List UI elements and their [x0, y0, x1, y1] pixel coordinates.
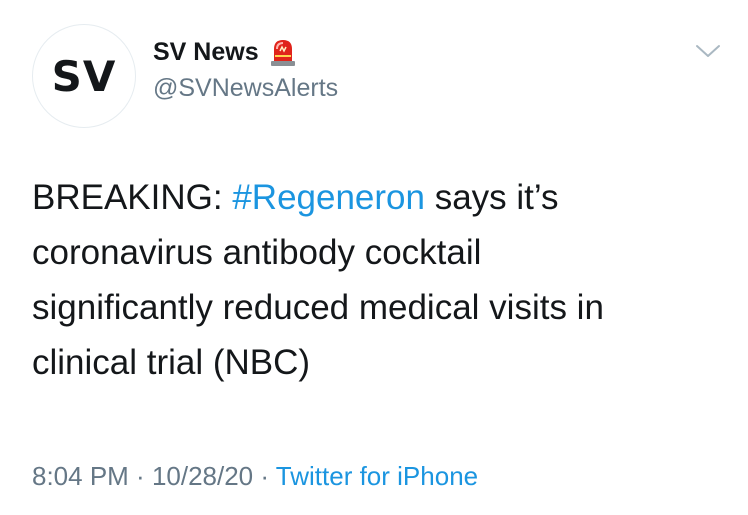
tweet-date[interactable]: 10/28/20 — [152, 461, 253, 491]
meta-separator: · — [128, 461, 152, 491]
tweet-text: BREAKING: #Regeneron says it’s coronavir… — [32, 170, 732, 390]
avatar-text: SV — [51, 51, 117, 101]
user-handle[interactable]: @SVNewsAlerts — [153, 74, 338, 103]
avatar[interactable]: SV — [32, 24, 136, 128]
chevron-down-icon[interactable] — [694, 41, 722, 61]
tweet-text-lead: BREAKING: — [32, 178, 233, 217]
meta-separator: · — [253, 461, 276, 491]
tweet-meta: 8:04 PM · 10/28/20 · Twitter for iPhone — [32, 461, 478, 492]
tweet-time[interactable]: 8:04 PM — [32, 461, 129, 491]
hashtag-link[interactable]: #Regeneron — [232, 178, 425, 217]
siren-icon — [269, 37, 297, 67]
author-name-row: SV News — [153, 35, 297, 69]
display-name[interactable]: SV News — [153, 38, 259, 67]
tweet-source-link[interactable]: Twitter for iPhone — [276, 461, 478, 491]
